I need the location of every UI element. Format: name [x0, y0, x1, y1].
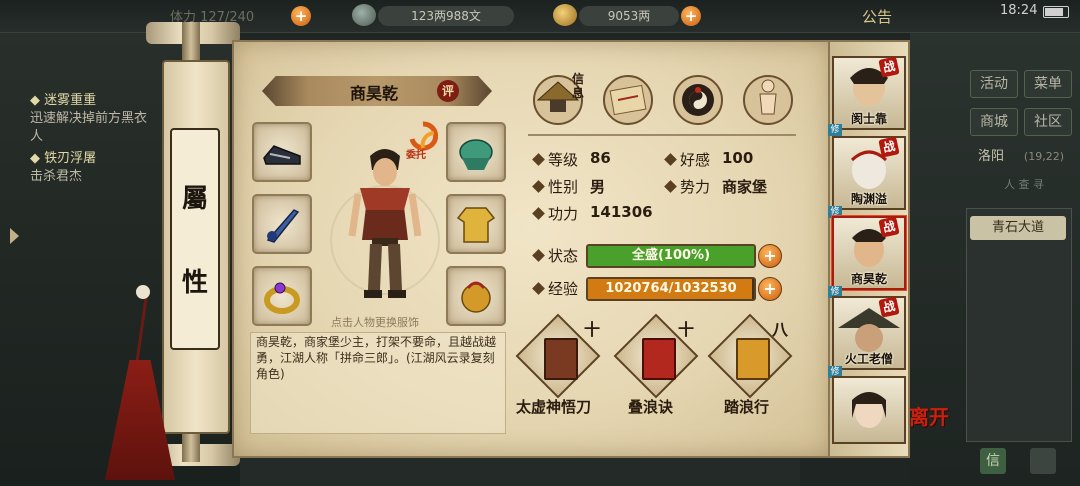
coin-readout: 123两988文	[378, 6, 514, 26]
skill-level: 十	[584, 320, 601, 339]
gender-label: 性别	[548, 178, 579, 196]
character-figure[interactable]	[330, 140, 440, 310]
gender-value: 男	[590, 178, 606, 196]
coin-icon	[352, 4, 376, 26]
member-name: 阂士靠	[850, 112, 887, 126]
portrait-icon	[852, 392, 886, 428]
menu-shop[interactable]: 商城	[970, 108, 1018, 136]
stamina-add-button[interactable]: +	[291, 6, 311, 26]
power-value: 141306	[590, 203, 653, 221]
equip-slot-shoes[interactable]	[252, 122, 312, 182]
state-label: 状态	[548, 247, 579, 265]
skill-level: 十	[678, 320, 695, 339]
level-label: 等级	[548, 151, 579, 169]
equip-slot-accessory[interactable]	[446, 266, 506, 326]
state-bar: 全盛(100%)	[586, 244, 756, 268]
quest-desc: 迅速解决掉前方黑衣人	[30, 111, 148, 144]
exp-bar: 1020764/1032530	[586, 277, 756, 301]
battle-badge: 战	[878, 296, 900, 318]
tassel-bead	[136, 285, 150, 299]
state-value: 全盛(100%)	[631, 248, 711, 263]
clock: 18:24	[1000, 3, 1038, 18]
menu-community[interactable]: 社区	[1024, 108, 1072, 136]
member-name: 商昊乾	[850, 272, 887, 286]
ingot-readout: 9053两	[579, 6, 679, 26]
wave-manual-icon	[642, 338, 676, 380]
chat-button[interactable]	[1030, 448, 1056, 474]
meridian-figure-icon	[743, 75, 793, 125]
search-tab[interactable]: 人 查 寻	[978, 176, 1070, 194]
faction-label: 势力	[680, 178, 711, 196]
exp-add-button[interactable]: +	[758, 277, 782, 301]
quest-item[interactable]: ◆ 迷雾重重 迅速解决掉前方黑衣人	[30, 92, 150, 146]
tab-map[interactable]	[600, 70, 656, 126]
tab-bagua[interactable]	[670, 70, 726, 126]
title-char-bottom: 性	[181, 268, 208, 298]
footwork-manual-icon	[736, 338, 770, 380]
location-panel	[966, 208, 1072, 442]
battery-icon	[1043, 6, 1069, 18]
quest-title: ◆ 铁刃浮屠	[30, 151, 97, 166]
faction-value: 商家堡	[722, 178, 768, 196]
treasure-map-icon	[603, 75, 653, 125]
robe-icon	[456, 207, 496, 243]
battle-badge: 战	[878, 56, 900, 78]
battle-badge: 战	[878, 216, 900, 238]
tab-meridians[interactable]	[740, 70, 796, 126]
exp-label: 经验	[548, 280, 579, 298]
city-location: 洛阳 (19,22)	[978, 146, 1070, 168]
expand-arrow-icon[interactable]	[10, 228, 19, 244]
shoes-icon	[263, 145, 301, 165]
equip-slot-armor[interactable]	[446, 194, 506, 254]
skill-name: 踏浪行	[724, 398, 770, 416]
change-outfit-hint: 点击人物更换服饰	[331, 316, 419, 329]
ring-icon	[264, 282, 300, 314]
headband-icon	[459, 139, 493, 170]
quest-title: ◆ 迷雾重重	[30, 93, 97, 108]
skill-name: 叠浪诀	[628, 398, 674, 416]
tab-divider	[528, 134, 796, 136]
ingot-icon	[553, 4, 577, 26]
city-coords: (19,22)	[1023, 150, 1064, 163]
menu-main[interactable]: 菜单	[1024, 70, 1072, 98]
letter-button[interactable]: 信	[980, 448, 1006, 474]
member-name: 陶渊溢	[850, 192, 887, 206]
notice-button[interactable]: 公告	[862, 6, 892, 27]
equip-slot-head[interactable]	[446, 122, 506, 182]
cultivate-tag: 修	[828, 124, 842, 136]
quest-item[interactable]: ◆ 铁刃浮屠 击杀君杰	[30, 150, 150, 186]
leave-button[interactable]: 离开	[906, 406, 952, 450]
bagua-icon	[673, 75, 723, 125]
title-char-top: 屬	[181, 184, 208, 214]
member-name: 火工老僧	[844, 352, 893, 366]
favor-label: 好感	[680, 151, 711, 169]
review-button[interactable]: 评	[437, 80, 459, 102]
equip-slot-weapon[interactable]	[252, 194, 312, 254]
character-bio: 商昊乾，商家堡少主，打架不要命，且越战越勇，江湖人称「拼命三郎」。(江湖风云录复…	[256, 335, 497, 381]
party-member[interactable]	[832, 376, 906, 444]
city-name: 洛阳	[978, 149, 1005, 164]
state-add-button[interactable]: +	[758, 244, 782, 268]
road-button[interactable]: 青石大道	[970, 216, 1066, 240]
tab-info-label: 信息	[572, 72, 585, 100]
ingot-add-button[interactable]: +	[681, 6, 701, 26]
skill-level: 八	[772, 320, 789, 339]
exp-value: 1020764/1032530	[605, 281, 737, 296]
level-value: 86	[590, 149, 611, 167]
skill-name: 太虚神悟刀	[516, 398, 592, 416]
favor-value: 100	[722, 149, 754, 167]
power-label: 功力	[548, 205, 579, 223]
blade-icon	[266, 209, 300, 243]
menu-activity[interactable]: 活动	[970, 70, 1018, 98]
pouch-icon	[461, 281, 491, 313]
attributes-title: 屬 性	[170, 128, 220, 350]
blade-manual-icon	[544, 338, 578, 380]
character-name: 商昊乾	[349, 84, 398, 103]
battle-badge: 战	[878, 136, 900, 158]
quest-desc: 击杀君杰	[30, 169, 83, 184]
